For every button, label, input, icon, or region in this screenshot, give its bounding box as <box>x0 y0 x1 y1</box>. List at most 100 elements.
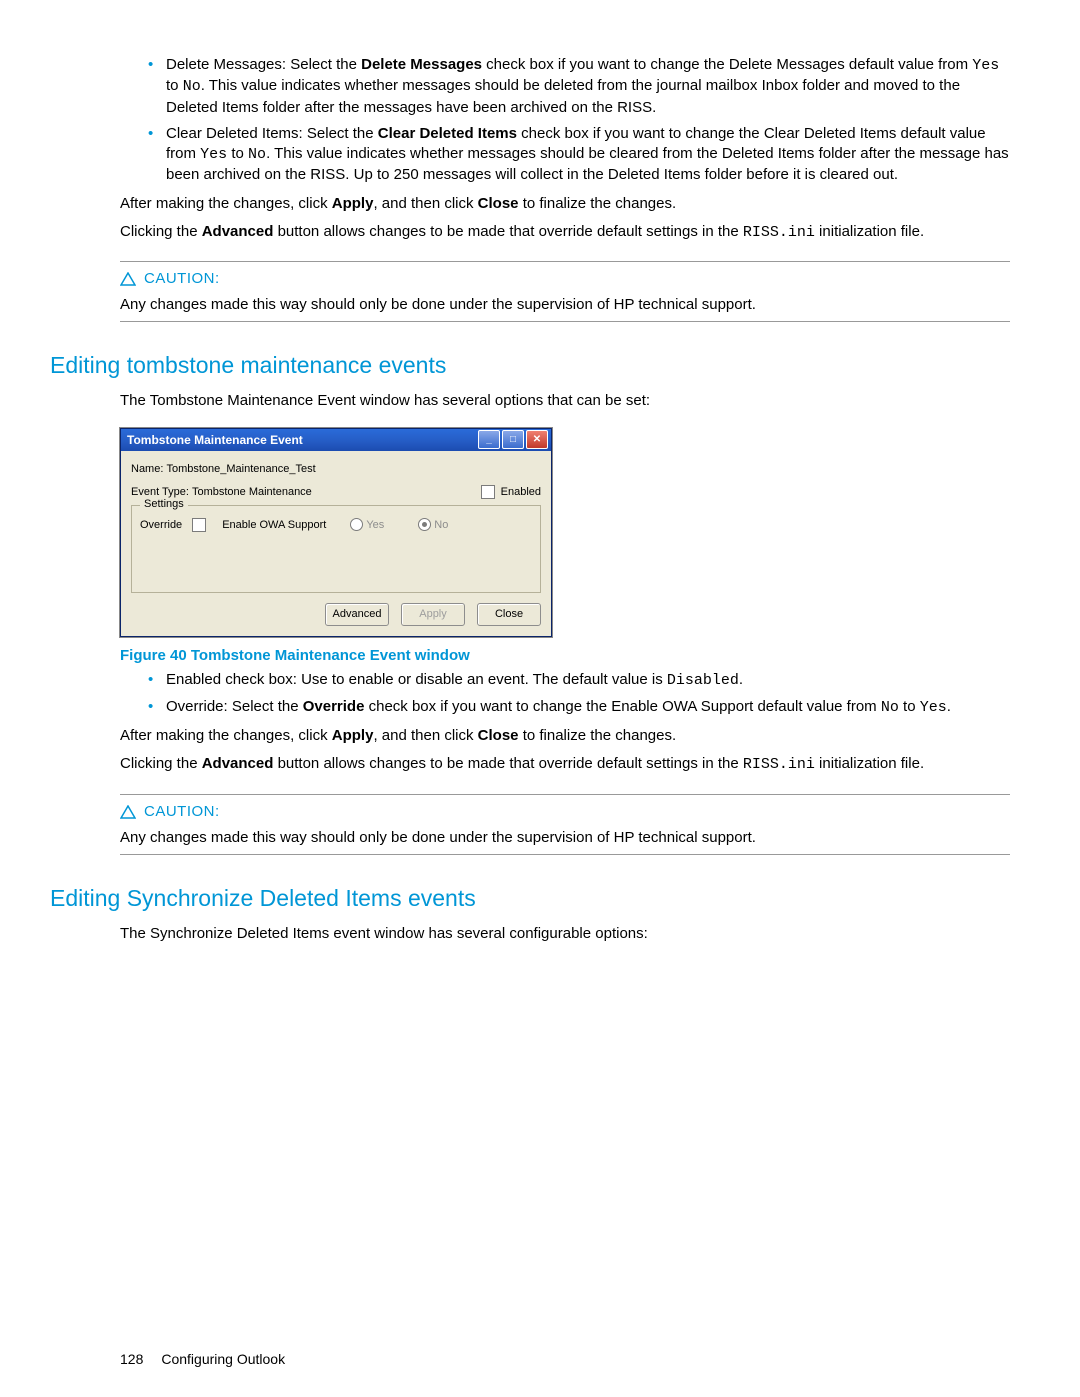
text-bold: Apply <box>332 195 374 212</box>
text-mono: No <box>248 146 266 163</box>
footer-section: Configuring Outlook <box>161 1351 285 1367</box>
close-dialog-button[interactable]: Close <box>477 603 541 626</box>
radio-no-label: No <box>434 519 448 531</box>
text: initialization file. <box>815 223 924 240</box>
text: to finalize the changes. <box>519 727 677 744</box>
advanced-button[interactable]: Advanced <box>325 603 389 626</box>
text: , and then click <box>373 727 477 744</box>
apply-button[interactable]: Apply <box>401 603 465 626</box>
override-row: Override Enable OWA Support Yes No <box>140 518 532 532</box>
text: . This value indicates whether messages … <box>166 145 1009 183</box>
settings-legend: Settings <box>140 498 188 510</box>
text: to <box>166 77 183 94</box>
radio-no[interactable] <box>418 518 431 531</box>
type-label: Event Type: <box>131 486 189 498</box>
name-value: Tombstone_Maintenance_Test <box>166 463 315 475</box>
text-bold: Close <box>478 727 519 744</box>
text: Enabled check box: Use to enable or disa… <box>166 671 667 688</box>
warning-triangle-icon <box>120 272 136 286</box>
text-mono: No <box>881 699 899 716</box>
text-mono: Yes <box>972 57 999 74</box>
name-label: Name: <box>131 463 163 475</box>
paragraph: The Tombstone Maintenance Event window h… <box>120 391 1010 411</box>
dialog-title: Tombstone Maintenance Event <box>127 433 303 447</box>
text-mono: Yes <box>200 146 227 163</box>
settings-fieldset: Settings Override Enable OWA Support Yes… <box>131 505 541 593</box>
text: Clicking the <box>120 223 202 240</box>
maximize-button[interactable]: □ <box>502 430 524 449</box>
text-bold: Override <box>303 698 365 715</box>
enabled-label: Enabled <box>501 486 541 498</box>
paragraph: Clicking the Advanced button allows chan… <box>120 222 1010 243</box>
list-item: Override: Select the Override check box … <box>148 697 1010 718</box>
caution-body: Any changes made this way should only be… <box>120 828 1010 848</box>
caution-box: CAUTION: Any changes made this way shoul… <box>120 794 1010 855</box>
text: button allows changes to be made that ov… <box>273 755 742 772</box>
text: After making the changes, click <box>120 727 332 744</box>
text-bold: Close <box>478 195 519 212</box>
name-row: Name: Tombstone_Maintenance_Test <box>131 463 541 475</box>
text: check box if you want to change the Enab… <box>364 698 880 715</box>
enabled-checkbox[interactable] <box>481 485 495 499</box>
paragraph: Clicking the Advanced button allows chan… <box>120 754 1010 775</box>
radio-yes[interactable] <box>350 518 363 531</box>
page-footer: 128 Configuring Outlook <box>120 1351 285 1367</box>
list-item: Delete Messages: Select the Delete Messa… <box>148 55 1010 118</box>
figure-caption: Figure 40 Tombstone Maintenance Event wi… <box>120 647 1010 664</box>
enabled-control: Enabled <box>481 485 541 499</box>
page-number: 128 <box>120 1351 143 1367</box>
divider <box>120 261 1010 262</box>
text: After making the changes, click <box>120 195 332 212</box>
radio-yes-group: Yes <box>350 518 384 531</box>
divider <box>120 794 1010 795</box>
type-row: Event Type: Tombstone Maintenance Enable… <box>131 485 541 499</box>
divider <box>120 854 1010 855</box>
text-bold: Advanced <box>202 223 274 240</box>
text-mono: Disabled <box>667 672 739 689</box>
text-mono: No <box>183 78 201 95</box>
text: button allows changes to be made that ov… <box>273 223 742 240</box>
text: . This value indicates whether messages … <box>166 77 960 115</box>
text-bold: Clear Deleted Items <box>378 125 517 142</box>
paragraph: After making the changes, click Apply, a… <box>120 194 1010 214</box>
close-button[interactable]: ✕ <box>526 430 548 449</box>
list-item: Clear Deleted Items: Select the Clear De… <box>148 124 1010 186</box>
text: , and then click <box>373 195 477 212</box>
override-label: Override <box>140 519 182 531</box>
list-item: Enabled check box: Use to enable or disa… <box>148 670 1010 691</box>
caution-label: CAUTION: <box>144 270 220 287</box>
minimize-button[interactable]: _ <box>478 430 500 449</box>
caution-header: CAUTION: <box>120 801 1010 822</box>
text-mono: Yes <box>920 699 947 716</box>
text: Override: Select the <box>166 698 303 715</box>
text-mono: RISS.ini <box>743 224 815 241</box>
caution-box: CAUTION: Any changes made this way shoul… <box>120 261 1010 322</box>
text: Delete Messages: Select the <box>166 56 361 73</box>
dialog-titlebar[interactable]: Tombstone Maintenance Event _ □ ✕ <box>121 429 551 451</box>
type-value: Tombstone Maintenance <box>192 486 312 498</box>
warning-triangle-icon <box>120 805 136 819</box>
text: to <box>227 145 248 162</box>
dialog-body: Name: Tombstone_Maintenance_Test Event T… <box>121 451 551 636</box>
radio-yes-label: Yes <box>366 519 384 531</box>
dialog-buttons: Advanced Apply Close <box>131 603 541 626</box>
caution-label: CAUTION: <box>144 803 220 820</box>
page: Delete Messages: Select the Delete Messa… <box>0 0 1080 1397</box>
section-heading: Editing Synchronize Deleted Items events <box>50 885 1010 912</box>
section-heading: Editing tombstone maintenance events <box>50 352 1010 379</box>
paragraph: After making the changes, click Apply, a… <box>120 726 1010 746</box>
text: check box if you want to change the Dele… <box>482 56 972 73</box>
dialog-window: Tombstone Maintenance Event _ □ ✕ Name: … <box>120 428 552 637</box>
text: . <box>947 698 951 715</box>
text-bold: Advanced <box>202 755 274 772</box>
override-checkbox[interactable] <box>192 518 206 532</box>
owa-label: Enable OWA Support <box>222 519 326 531</box>
text-bold: Apply <box>332 727 374 744</box>
caution-header: CAUTION: <box>120 268 1010 289</box>
text: to finalize the changes. <box>519 195 677 212</box>
caution-body: Any changes made this way should only be… <box>120 295 1010 315</box>
text-mono: RISS.ini <box>743 756 815 773</box>
text: Clicking the <box>120 755 202 772</box>
bullet-list-1: Delete Messages: Select the Delete Messa… <box>120 55 1010 186</box>
text: . <box>739 671 743 688</box>
